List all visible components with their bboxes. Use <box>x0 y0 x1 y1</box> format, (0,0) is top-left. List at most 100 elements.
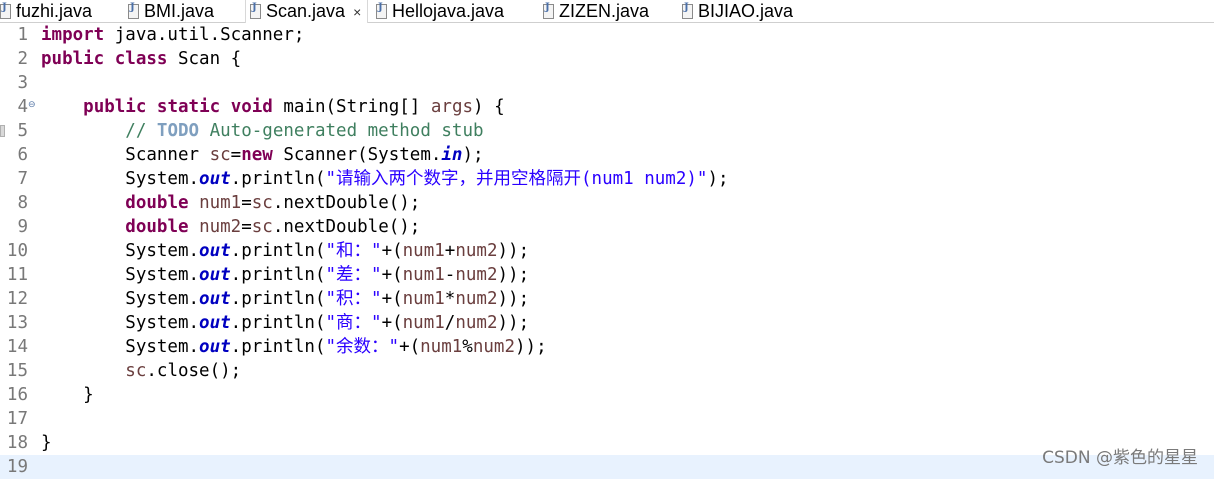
fold-collapse-icon[interactable]: ⊖ <box>28 93 36 117</box>
code-text: Scanner sc=new Scanner(System.in); <box>41 143 484 167</box>
code-line-current[interactable]: 19 <box>0 455 1214 479</box>
code-token: = <box>241 217 252 237</box>
code-token: "积：" <box>325 289 382 309</box>
java-file-icon <box>682 2 693 19</box>
code-line[interactable]: 5 // TODO Auto-generated method stub <box>0 119 1214 143</box>
code-token: System. <box>41 313 200 333</box>
line-number: 18 <box>6 433 28 453</box>
code-text: System.out.println("请输入两个数字，并用空格隔开(num1 … <box>41 167 729 191</box>
code-token: = <box>241 193 252 213</box>
line-number: 12 <box>6 289 28 309</box>
code-text: System.out.println("积："+(num1*num2)); <box>41 287 529 311</box>
code-line[interactable]: 7 System.out.println("请输入两个数字，并用空格隔开(num… <box>0 167 1214 191</box>
code-token: void <box>230 97 273 117</box>
code-token: public <box>41 49 105 69</box>
code-token: TODO <box>156 121 200 141</box>
code-token: "商：" <box>325 313 382 333</box>
tab-zizen[interactable]: ZIZEN.java <box>543 0 649 22</box>
close-tab-icon[interactable]: × <box>353 4 361 20</box>
code-line[interactable]: 2 public class Scan { <box>0 47 1214 71</box>
code-line[interactable]: 9 double num2=sc.nextDouble(); <box>0 215 1214 239</box>
code-token: Scanner <box>41 145 210 165</box>
code-line[interactable]: 14 System.out.println("余数："+(num1%num2))… <box>0 335 1214 359</box>
code-token: / <box>444 313 456 333</box>
line-number: 2 <box>17 49 28 69</box>
code-editor[interactable]: 1 import java.util.Scanner; 2 public class … <box>0 23 1214 479</box>
code-token: } <box>41 433 52 453</box>
line-number: 15 <box>6 361 28 381</box>
code-token: System. <box>41 241 200 261</box>
code-token: - <box>444 265 456 285</box>
tab-label: fuzhi.java <box>16 0 93 21</box>
tab-fuzhi[interactable]: fuzhi.java <box>0 0 92 22</box>
code-token: sc <box>251 217 273 237</box>
tab-bmi[interactable]: BMI.java <box>128 0 214 22</box>
line-number: 6 <box>17 145 28 165</box>
code-text: System.out.println("余数："+(num1%num2)); <box>41 335 546 359</box>
code-token: num2 <box>455 265 498 285</box>
code-text: double num2=sc.nextDouble(); <box>41 215 420 239</box>
code-token: out <box>199 289 231 309</box>
code-token: sc <box>125 361 147 381</box>
code-token: out <box>199 265 231 285</box>
java-file-icon <box>250 2 261 19</box>
code-line[interactable]: 1 import java.util.Scanner; <box>0 23 1214 47</box>
code-line[interactable]: 4 ⊖ public static void main(String[] args… <box>0 95 1214 119</box>
code-line[interactable]: 17 <box>0 407 1214 431</box>
code-line[interactable]: 3 <box>0 71 1214 95</box>
line-number: 8 <box>17 193 28 213</box>
tab-label: Scan.java <box>266 1 346 21</box>
code-text: public class Scan { <box>41 47 241 71</box>
code-token: num1 <box>402 265 445 285</box>
java-file-icon <box>0 2 11 19</box>
tab-bijiao[interactable]: BIJIAO.java <box>682 0 793 22</box>
code-token: .println( <box>230 169 326 189</box>
code-line[interactable]: 13 System.out.println("商："+(num1/num2)); <box>0 311 1214 335</box>
line-number: 19 <box>6 457 28 477</box>
code-token: class <box>114 49 168 69</box>
tab-label: BIJIAO.java <box>698 0 794 21</box>
code-line[interactable]: 11 System.out.println("差："+(num1-num2)); <box>0 263 1214 287</box>
code-token: import <box>41 25 105 45</box>
code-token: )); <box>497 289 530 309</box>
tab-scan[interactable]: Scan.java × <box>245 0 369 23</box>
code-token: .println( <box>230 337 326 357</box>
code-token: )); <box>497 241 530 261</box>
code-token: )); <box>497 313 530 333</box>
code-line[interactable]: 6 Scanner sc=new Scanner(System.in); <box>0 143 1214 167</box>
code-line[interactable]: 10 System.out.println("和："+(num1+num2)); <box>0 239 1214 263</box>
code-token: "差：" <box>325 265 382 285</box>
code-token: % <box>462 337 473 357</box>
code-text: sc.close(); <box>41 359 241 383</box>
code-line[interactable]: 15 sc.close(); <box>0 359 1214 383</box>
code-token: num1 <box>402 289 445 309</box>
code-line[interactable]: 16 } <box>0 383 1214 407</box>
code-token: ); <box>707 169 729 189</box>
code-token: ); <box>462 145 484 165</box>
code-token: num2 <box>455 241 498 261</box>
code-token: num2 <box>455 313 498 333</box>
code-token: = <box>230 145 242 165</box>
code-token: num2 <box>472 337 515 357</box>
code-text: } <box>41 383 94 407</box>
code-token: +( <box>381 313 403 333</box>
code-token: num1 <box>402 313 445 333</box>
code-token: double <box>125 217 189 237</box>
line-number: 17 <box>6 409 28 429</box>
code-line[interactable]: 18} <box>0 431 1214 455</box>
code-line[interactable]: 8 double num1=sc.nextDouble(); <box>0 191 1214 215</box>
line-number: 14 <box>6 337 28 357</box>
code-line[interactable]: 12 System.out.println("积："+(num1*num2)); <box>0 287 1214 311</box>
line-number: 10 <box>6 241 28 261</box>
code-token: System. <box>41 337 200 357</box>
code-token: Auto-generated method stub <box>199 121 484 141</box>
java-file-icon <box>543 2 554 19</box>
line-number: 3 <box>17 73 28 93</box>
tab-label: ZIZEN.java <box>559 0 650 21</box>
code-token: sc <box>251 193 273 213</box>
tab-hellojava[interactable]: Hellojava.java <box>376 0 504 22</box>
